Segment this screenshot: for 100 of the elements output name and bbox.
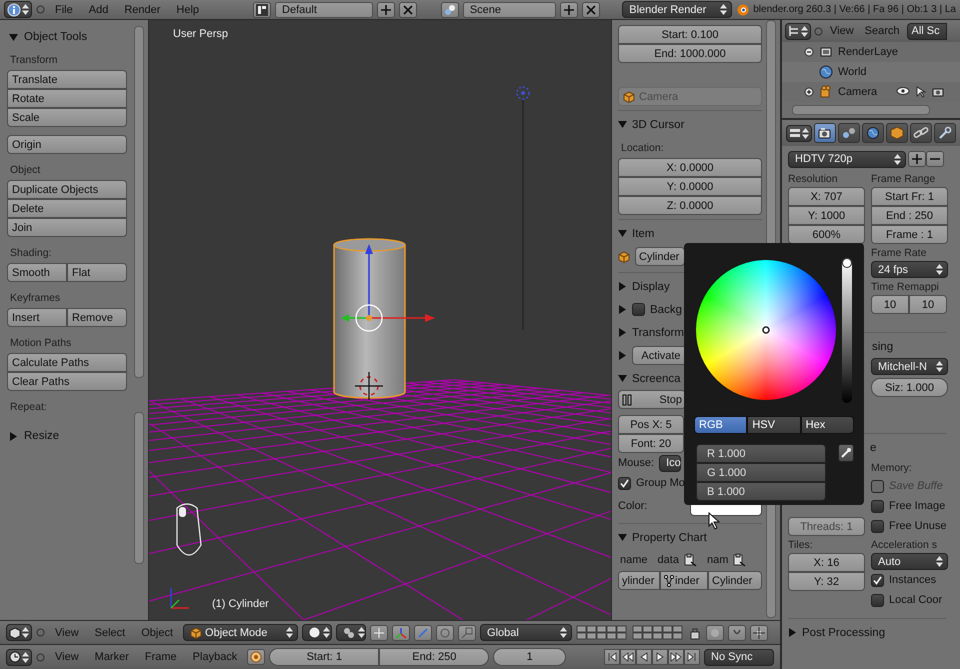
menu-item[interactable]: Add: [82, 4, 114, 16]
start-frame-field[interactable]: Start: 1: [269, 648, 380, 666]
layout-name-field[interactable]: Default: [275, 2, 373, 18]
object-name-field[interactable]: Cylinder: [635, 247, 685, 266]
number-field[interactable]: Y: 0.0000: [618, 177, 762, 196]
chart-cell[interactable]: ylinder: [618, 571, 660, 590]
sync-dropdown[interactable]: No Sync: [704, 648, 774, 666]
tool-button[interactable]: Smooth: [7, 263, 67, 282]
tool-button[interactable]: Duplicate Objects: [7, 180, 127, 199]
collapse-icon[interactable]: [804, 47, 814, 57]
translate-button[interactable]: [414, 624, 432, 640]
tool-button[interactable]: Flat: [67, 263, 127, 282]
filter-dropdown[interactable]: Mitchell-N: [871, 358, 948, 375]
preset-dropdown[interactable]: HDTV 720p: [788, 150, 906, 168]
menu-item[interactable]: View: [49, 651, 85, 663]
number-field[interactable]: Font: 20: [618, 434, 684, 453]
panel-header[interactable]: 3D Cursor: [632, 118, 684, 130]
number-field[interactable]: Start: 0.100: [618, 25, 762, 44]
properties-tab[interactable]: [886, 123, 908, 143]
menu-item[interactable]: File: [49, 4, 79, 16]
panel-header[interactable]: Screenca: [632, 372, 681, 384]
properties-tab[interactable]: [838, 123, 860, 143]
playback-button[interactable]: [604, 649, 620, 665]
render-preview-button[interactable]: [706, 624, 724, 640]
color-mode-tab[interactable]: HSV: [747, 416, 801, 434]
add-preset-button[interactable]: [908, 151, 926, 167]
color-mode-tab[interactable]: RGB: [694, 416, 748, 434]
mouse-dropdown[interactable]: Ico: [659, 454, 682, 472]
tool-button[interactable]: Delete: [7, 199, 127, 218]
scale-button[interactable]: [458, 624, 476, 640]
cursor-icon[interactable]: [916, 86, 926, 98]
number-field[interactable]: 10: [871, 295, 909, 314]
number-field[interactable]: Y: 32: [788, 572, 865, 591]
scrollbar[interactable]: [134, 412, 144, 564]
tool-button[interactable]: Translate: [7, 70, 127, 89]
close-button[interactable]: [582, 2, 600, 18]
properties-tab[interactable]: [934, 123, 956, 143]
threads-field[interactable]: Threads: 1: [788, 517, 865, 536]
scene-button[interactable]: [440, 2, 459, 18]
editor-type-button[interactable]: [786, 124, 812, 142]
number-field[interactable]: X: 707: [788, 187, 865, 206]
eye-icon[interactable]: [896, 86, 910, 96]
menu-item[interactable]: Help: [170, 4, 206, 16]
number-field[interactable]: Start Fr: 1: [871, 187, 948, 206]
playback-button[interactable]: [636, 649, 652, 665]
scene-name-field[interactable]: Scene: [462, 2, 556, 18]
layers-grid-icon[interactable]: [632, 624, 684, 640]
display-filter-dropdown[interactable]: All Sc: [906, 22, 947, 40]
panel-header[interactable]: Item: [632, 228, 654, 240]
manipulator-toggle-button[interactable]: [370, 624, 388, 640]
number-field[interactable]: Z: 0.0000: [618, 196, 762, 215]
checkbox[interactable]: [871, 594, 884, 606]
panel-header[interactable]: Resize: [7, 425, 134, 447]
snap-button[interactable]: [728, 624, 746, 640]
number-field[interactable]: End : 250: [871, 206, 948, 225]
properties-tab[interactable]: [814, 123, 836, 143]
filter-size-field[interactable]: Siz: 1.000: [871, 378, 948, 397]
tool-button[interactable]: Clear Paths: [7, 372, 127, 391]
close-button[interactable]: [398, 2, 417, 18]
color-channel-field[interactable]: G 1.000: [696, 463, 826, 482]
checkbox[interactable]: [871, 574, 884, 586]
panel-header[interactable]: Object Tools: [7, 26, 134, 48]
panel-header[interactable]: Property Chart: [632, 532, 707, 544]
playback-button[interactable]: [620, 649, 636, 665]
tool-button[interactable]: Origin: [7, 135, 127, 154]
number-field[interactable]: Pos X: 5: [618, 415, 684, 434]
number-field[interactable]: 600%: [788, 225, 865, 244]
color-mode-tab[interactable]: Hex: [800, 416, 854, 434]
stop-button[interactable]: Stop: [618, 390, 686, 409]
number-field[interactable]: X: 16: [788, 553, 865, 572]
wheel-marker-icon[interactable]: [762, 326, 770, 334]
expand-icon[interactable]: [804, 87, 814, 97]
slider-thumb[interactable]: [842, 258, 852, 268]
checkbox[interactable]: [618, 476, 631, 490]
playback-button[interactable]: [668, 649, 684, 665]
panel-header[interactable]: Backg: [650, 304, 682, 316]
menu-item[interactable]: Render: [118, 4, 166, 16]
number-field[interactable]: X: 0.0000: [618, 158, 762, 177]
lock-icon[interactable]: [688, 626, 702, 640]
value-slider[interactable]: [842, 258, 852, 403]
tree-item[interactable]: World: [838, 66, 867, 78]
remove-preset-button[interactable]: [926, 151, 944, 167]
properties-tab[interactable]: [910, 123, 932, 143]
acceleration-dropdown[interactable]: Auto: [871, 553, 948, 570]
checkbox[interactable]: [632, 303, 645, 316]
scrollbar[interactable]: [792, 105, 930, 115]
menu-item[interactable]: Object: [135, 626, 180, 638]
screen-layout-button[interactable]: [253, 2, 272, 18]
layers-grid-icon[interactable]: [576, 624, 628, 640]
add-button[interactable]: [560, 2, 578, 18]
checkbox[interactable]: [871, 500, 884, 512]
chart-cell[interactable]: inder: [660, 571, 708, 590]
number-field[interactable]: End: 1000.000: [618, 44, 762, 63]
panel-header[interactable]: e: [870, 442, 876, 454]
pivot-point-button[interactable]: [750, 624, 768, 640]
menu-item[interactable]: View: [826, 25, 858, 37]
editor-type-button[interactable]: [6, 624, 32, 641]
editor-type-button[interactable]: [4, 1, 32, 18]
tool-button[interactable]: Insert: [7, 308, 67, 327]
tool-button[interactable]: Calculate Paths: [7, 353, 127, 372]
